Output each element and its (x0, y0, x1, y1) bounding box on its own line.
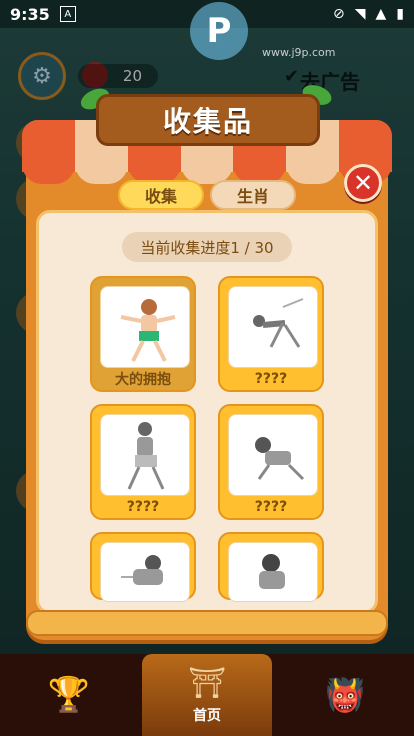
collectible-label: 大的拥抱 (115, 372, 171, 388)
collectible-label: ???? (254, 371, 288, 387)
watermark-logo: P (190, 2, 248, 60)
battery-icon: ▮ (396, 6, 404, 22)
collectible-image (100, 542, 190, 602)
collectible-label: ???? (126, 499, 160, 515)
notification-a-icon: A (59, 6, 76, 22)
collectible-card[interactable] (218, 532, 324, 602)
nav-trophy[interactable]: 🏆 (0, 654, 138, 736)
collectible-card[interactable] (90, 532, 196, 602)
signal-icon: ▲ (375, 6, 387, 22)
popup-content (36, 210, 378, 614)
collectible-card[interactable]: ???? (218, 276, 324, 392)
awning-scallops (22, 160, 393, 184)
collection-progress: 当前收集进度1 / 30 (122, 232, 292, 262)
mute-icon: ⊘ (332, 6, 345, 22)
nav-lion-mask[interactable]: 👹 (276, 654, 414, 736)
lion-mask-icon: 👹 (325, 676, 365, 714)
collectible-image (228, 286, 318, 368)
collectible-card[interactable]: ???? (218, 404, 324, 520)
close-icon: ✕ (352, 169, 374, 197)
watermark-text: www.j9p.com (262, 46, 336, 59)
collectible-image (228, 414, 318, 496)
collectible-image (228, 542, 318, 602)
wifi-icon: ◥ (354, 6, 366, 22)
nav-home-label: 首页 (193, 707, 221, 724)
status-time: 9:35 (10, 4, 50, 24)
popup-base (26, 610, 388, 636)
temple-icon: ⛩ (187, 665, 227, 701)
trophy-icon: 🏆 (47, 675, 91, 715)
collectible-card[interactable]: 大的拥抱 (90, 276, 196, 392)
tab-collect[interactable]: 收集 (118, 180, 204, 210)
collectible-image (100, 414, 190, 496)
collectible-card[interactable]: ???? (90, 404, 196, 520)
nav-home[interactable]: ⛩ 首页 (142, 654, 272, 736)
popup-title: 收集品 (96, 94, 320, 146)
close-button[interactable]: ✕ (344, 164, 382, 202)
collectible-image (100, 286, 190, 368)
collectible-label: ???? (254, 499, 288, 515)
tab-zodiac[interactable]: 生肖 (210, 180, 296, 210)
